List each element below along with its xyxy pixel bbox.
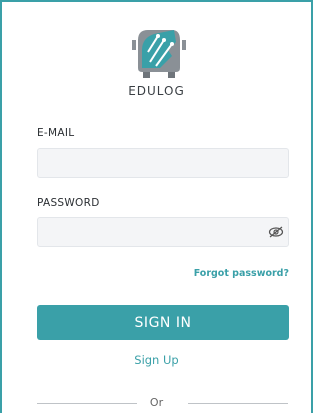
email-label: E-MAIL (37, 127, 75, 139)
brand-name: EDULOG (128, 84, 185, 98)
email-field[interactable] (37, 148, 289, 178)
sign-up-link[interactable]: Sign Up (0, 353, 313, 367)
forgot-password-link[interactable]: Forgot password? (194, 268, 289, 279)
eye-icon[interactable] (268, 225, 284, 239)
password-label: PASSWORD (37, 197, 100, 209)
sign-in-button[interactable]: SIGN IN (37, 305, 289, 340)
edulog-logo-icon (132, 30, 186, 78)
password-field[interactable] (37, 217, 289, 247)
divider-right (188, 403, 288, 404)
